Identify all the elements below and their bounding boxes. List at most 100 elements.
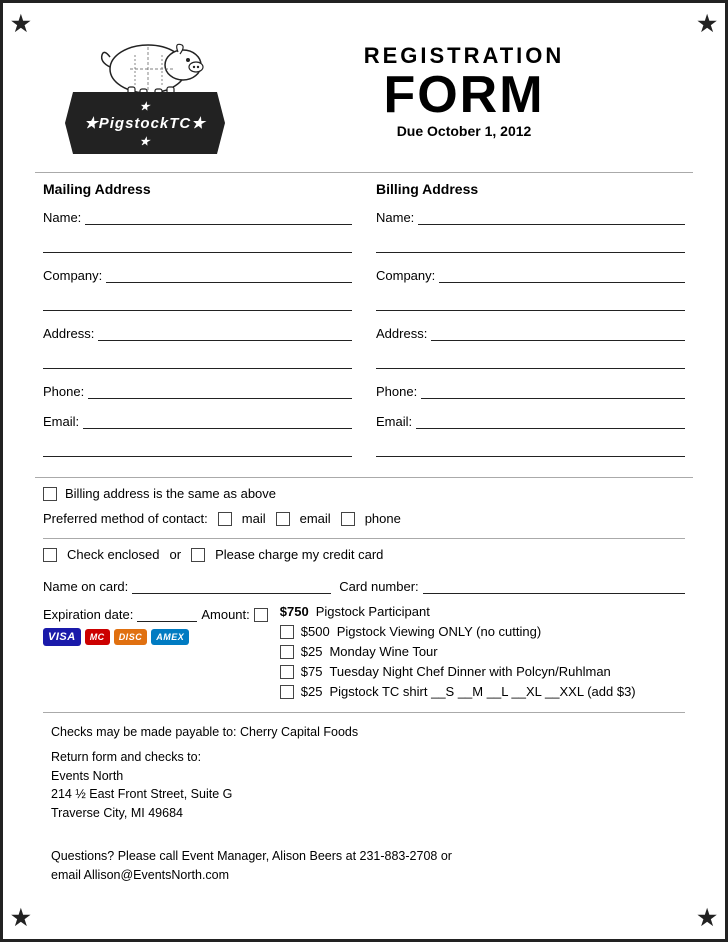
amount-divider — [43, 712, 685, 713]
amount-desc-2: Monday Wine Tour — [329, 644, 437, 659]
contact-email-checkbox[interactable] — [276, 512, 290, 526]
questions-text: Questions? Please call Event Manager, Al… — [51, 849, 452, 863]
logo-area: ★ ★PigstockTC★ ★ — [45, 27, 245, 154]
billing-company-underline — [376, 293, 685, 311]
mailing-phone-field: Phone: — [43, 381, 352, 399]
billing-address-field: Address: — [376, 323, 685, 369]
exp-amount-row: Expiration date: Amount: VISA MC DISC AM… — [43, 604, 685, 704]
pig-illustration — [80, 27, 210, 102]
page: ★ ★ ★ ★ — [0, 0, 728, 942]
amount-options: $750 Pigstock Participant $500 Pigstock … — [280, 604, 685, 704]
amount-desc-4: Pigstock TC shirt __S __M __L __XL __XXL… — [329, 684, 635, 699]
billing-company-input[interactable] — [439, 265, 685, 283]
questions-line: Questions? Please call Event Manager, Al… — [51, 847, 677, 885]
amount-option-3: $75 Tuesday Night Chef Dinner with Polcy… — [280, 664, 685, 679]
header: ★ ★PigstockTC★ ★ REGISTRATION FORM Due O… — [35, 27, 693, 154]
amount-option-1: $500 Pigstock Viewing ONLY (no cutting) — [280, 624, 685, 639]
charge-cc-checkbox[interactable] — [191, 548, 205, 562]
billing-email-input[interactable] — [416, 411, 685, 429]
billing-same-row: Billing address is the same as above — [43, 486, 685, 501]
amount-label: Amount: — [201, 607, 249, 622]
footer-section: Checks may be made payable to: Cherry Ca… — [43, 723, 685, 884]
check-enclosed-checkbox[interactable] — [43, 548, 57, 562]
amount-value-0: $750 — [280, 604, 309, 619]
contact-mail-label: mail — [242, 511, 266, 526]
exp-date-label: Expiration date: — [43, 607, 133, 622]
check-enclosed-label: Check enclosed — [67, 547, 160, 562]
billing-address-input[interactable] — [431, 323, 685, 341]
amount-option-4: $25 Pigstock TC shirt __S __M __L __XL _… — [280, 684, 685, 699]
mailing-email-underline — [43, 439, 352, 457]
mailing-phone-input[interactable] — [88, 381, 352, 399]
billing-company-label: Company: — [376, 268, 435, 283]
billing-email-field: Email: — [376, 411, 685, 457]
card-number-input[interactable] — [423, 576, 685, 594]
return-line1: Events North — [51, 769, 123, 783]
header-divider — [35, 172, 693, 173]
mailing-name-input[interactable] — [85, 207, 352, 225]
name-on-card-input[interactable] — [132, 576, 331, 594]
mailing-company-underline — [43, 293, 352, 311]
contact-email-label: email — [300, 511, 331, 526]
email-line: email Allison@EventsNorth.com — [51, 868, 229, 882]
mailing-phone-label: Phone: — [43, 384, 84, 399]
cc-logos: VISA MC DISC AMEX — [43, 628, 280, 646]
preferred-contact-row: Preferred method of contact: mail email … — [43, 511, 685, 526]
contact-phone-checkbox[interactable] — [341, 512, 355, 526]
mailing-company-label: Company: — [43, 268, 102, 283]
contact-divider — [43, 538, 685, 539]
amount-checkbox-3[interactable] — [280, 665, 294, 679]
mailing-heading: Mailing Address — [43, 181, 352, 197]
amount-checkbox[interactable] — [254, 608, 268, 622]
logo-banner: ★ ★PigstockTC★ ★ — [65, 92, 225, 154]
payment-row: Check enclosed or Please charge my credi… — [43, 547, 685, 562]
billing-company-field: Company: — [376, 265, 685, 311]
mailing-company-input[interactable] — [106, 265, 352, 283]
discover-logo: DISC — [114, 629, 148, 645]
mailing-address-col: Mailing Address Name: Company: Address: — [43, 181, 352, 469]
billing-address-col: Billing Address Name: Company: Address: — [376, 181, 685, 469]
billing-phone-input[interactable] — [421, 381, 685, 399]
amount-checkbox-1[interactable] — [280, 625, 294, 639]
amount-value-3: $75 — [301, 664, 323, 679]
return-label: Return form and checks to: — [51, 750, 201, 764]
mailing-address-field: Address: — [43, 323, 352, 369]
billing-name-input[interactable] — [418, 207, 685, 225]
billing-email-underline — [376, 439, 685, 457]
amount-value-1: $500 — [301, 624, 330, 639]
billing-phone-label: Phone: — [376, 384, 417, 399]
amount-checkbox-2[interactable] — [280, 645, 294, 659]
name-on-card-field: Name on card: — [43, 574, 331, 594]
billing-name-label: Name: — [376, 210, 414, 225]
amount-value-4: $25 — [301, 684, 323, 699]
billing-same-checkbox[interactable] — [43, 487, 57, 501]
billing-same-label: Billing address is the same as above — [65, 486, 276, 501]
amount-value-2: $25 — [301, 644, 323, 659]
billing-email-label: Email: — [376, 414, 412, 429]
exp-cc-area: Expiration date: Amount: VISA MC DISC AM… — [43, 604, 280, 646]
corner-star-br: ★ — [697, 905, 717, 931]
amount-desc-0: Pigstock Participant — [316, 604, 430, 619]
billing-phone-field: Phone: — [376, 381, 685, 399]
corner-star-bl: ★ — [11, 905, 31, 931]
mailing-name-label: Name: — [43, 210, 81, 225]
corner-star-tl: ★ — [11, 11, 31, 37]
amount-checkbox-4[interactable] — [280, 685, 294, 699]
exp-date-input[interactable] — [137, 604, 197, 622]
return-line2: 214 ½ East Front Street, Suite G — [51, 787, 232, 801]
mailing-address-input[interactable] — [98, 323, 352, 341]
mailing-address-underline — [43, 351, 352, 369]
logo-star-left: ★ — [140, 101, 151, 113]
amount-option-2: $25 Monday Wine Tour — [280, 644, 685, 659]
logo-text: ★PigstockTC★ — [84, 115, 205, 132]
return-line3: Traverse City, MI 49684 — [51, 806, 183, 820]
contact-mail-checkbox[interactable] — [218, 512, 232, 526]
mastercard-logo: MC — [85, 629, 110, 645]
mailing-email-field: Email: — [43, 411, 352, 457]
amount-option-0: $750 Pigstock Participant — [280, 604, 685, 619]
amex-logo: AMEX — [151, 629, 189, 645]
mailing-email-input[interactable] — [83, 411, 352, 429]
billing-name-field: Name: — [376, 207, 685, 253]
title-due: Due October 1, 2012 — [245, 123, 683, 139]
mailing-company-field: Company: — [43, 265, 352, 311]
